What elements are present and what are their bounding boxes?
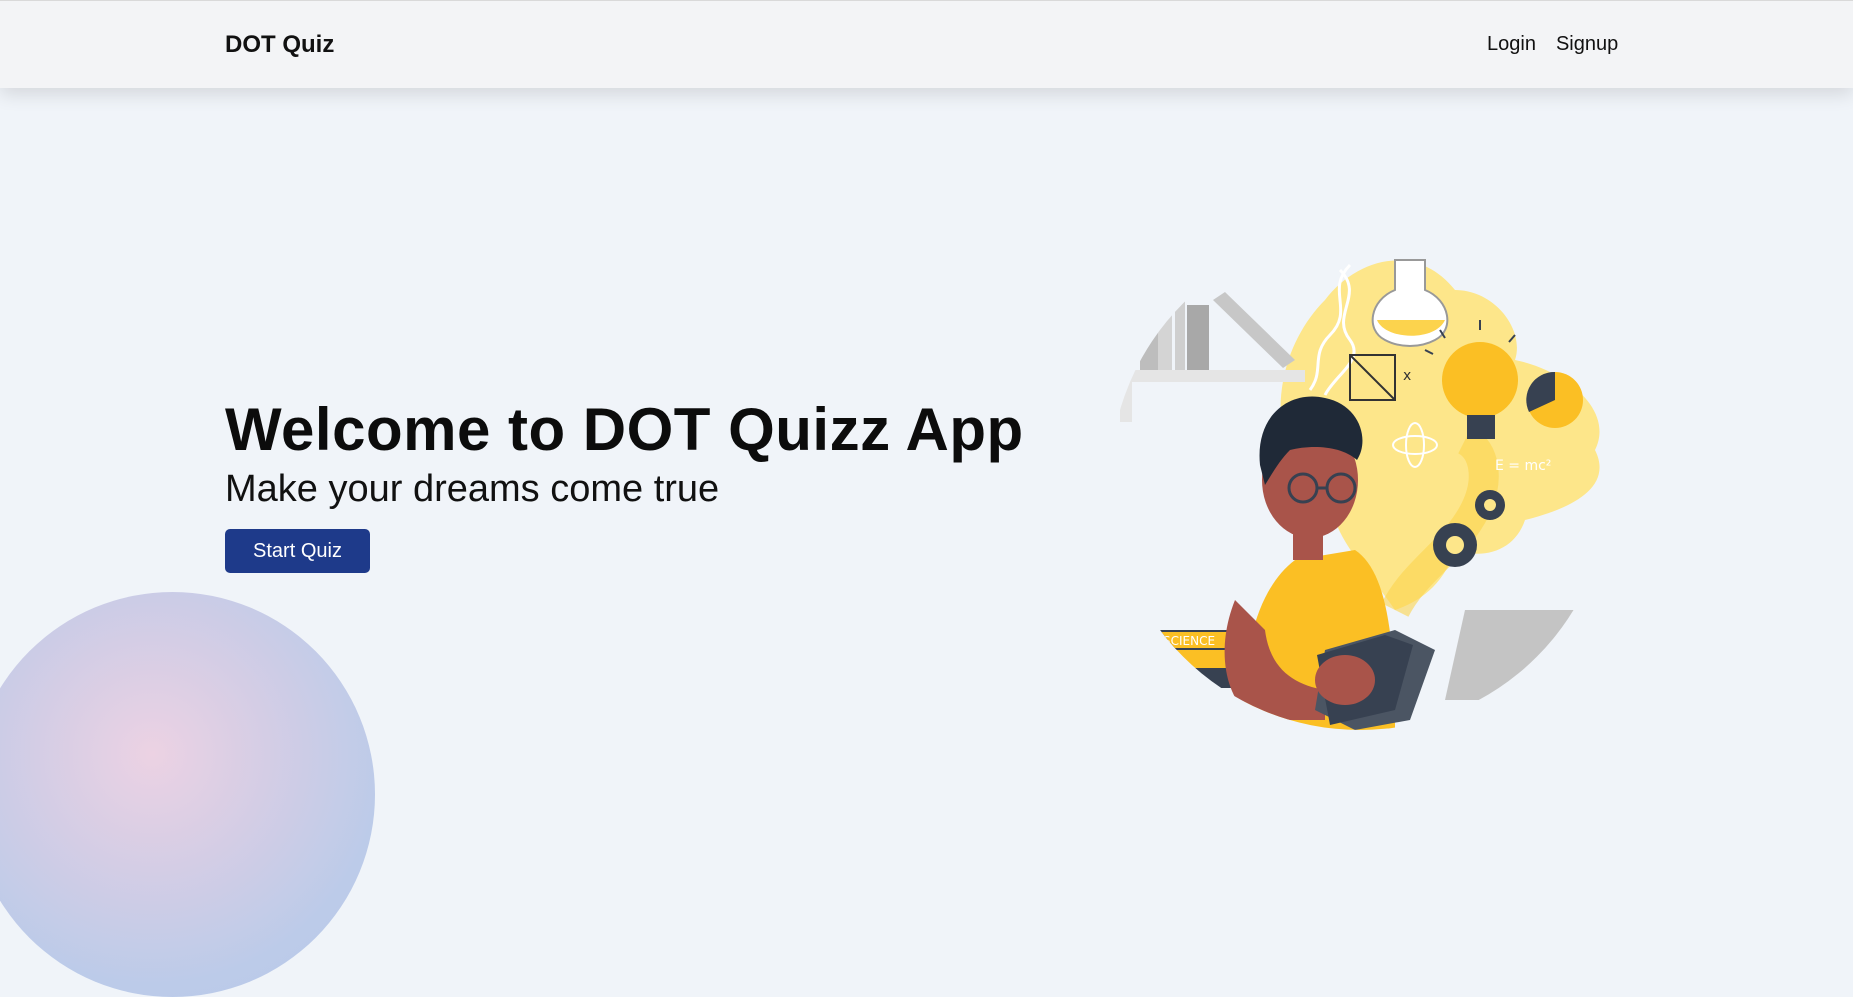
student-reading-illustration: x E = mc² SCIENCE LISH: [1110, 259, 1600, 730]
hero-section: Welcome to DOT Quizz App Make your dream…: [225, 395, 1024, 573]
login-link[interactable]: Login: [1487, 33, 1536, 56]
book-label-lish: LISH: [1135, 652, 1162, 666]
decorative-gradient-circle: [0, 592, 375, 997]
formula-label: E = mc²: [1495, 458, 1551, 474]
brand-logo[interactable]: DOT Quiz: [225, 31, 334, 59]
navbar: DOT Quiz Login Signup: [0, 0, 1853, 88]
start-quiz-button[interactable]: Start Quiz: [225, 529, 370, 573]
svg-text:x: x: [1403, 368, 1411, 384]
hero-subtitle: Make your dreams come true: [225, 468, 720, 510]
signup-link[interactable]: Signup: [1556, 33, 1618, 56]
hero-title: Welcome to DOT Quizz App: [225, 396, 1024, 463]
nav-links: Login Signup: [1487, 33, 1618, 56]
book-label-science: SCIENCE: [1163, 634, 1215, 648]
